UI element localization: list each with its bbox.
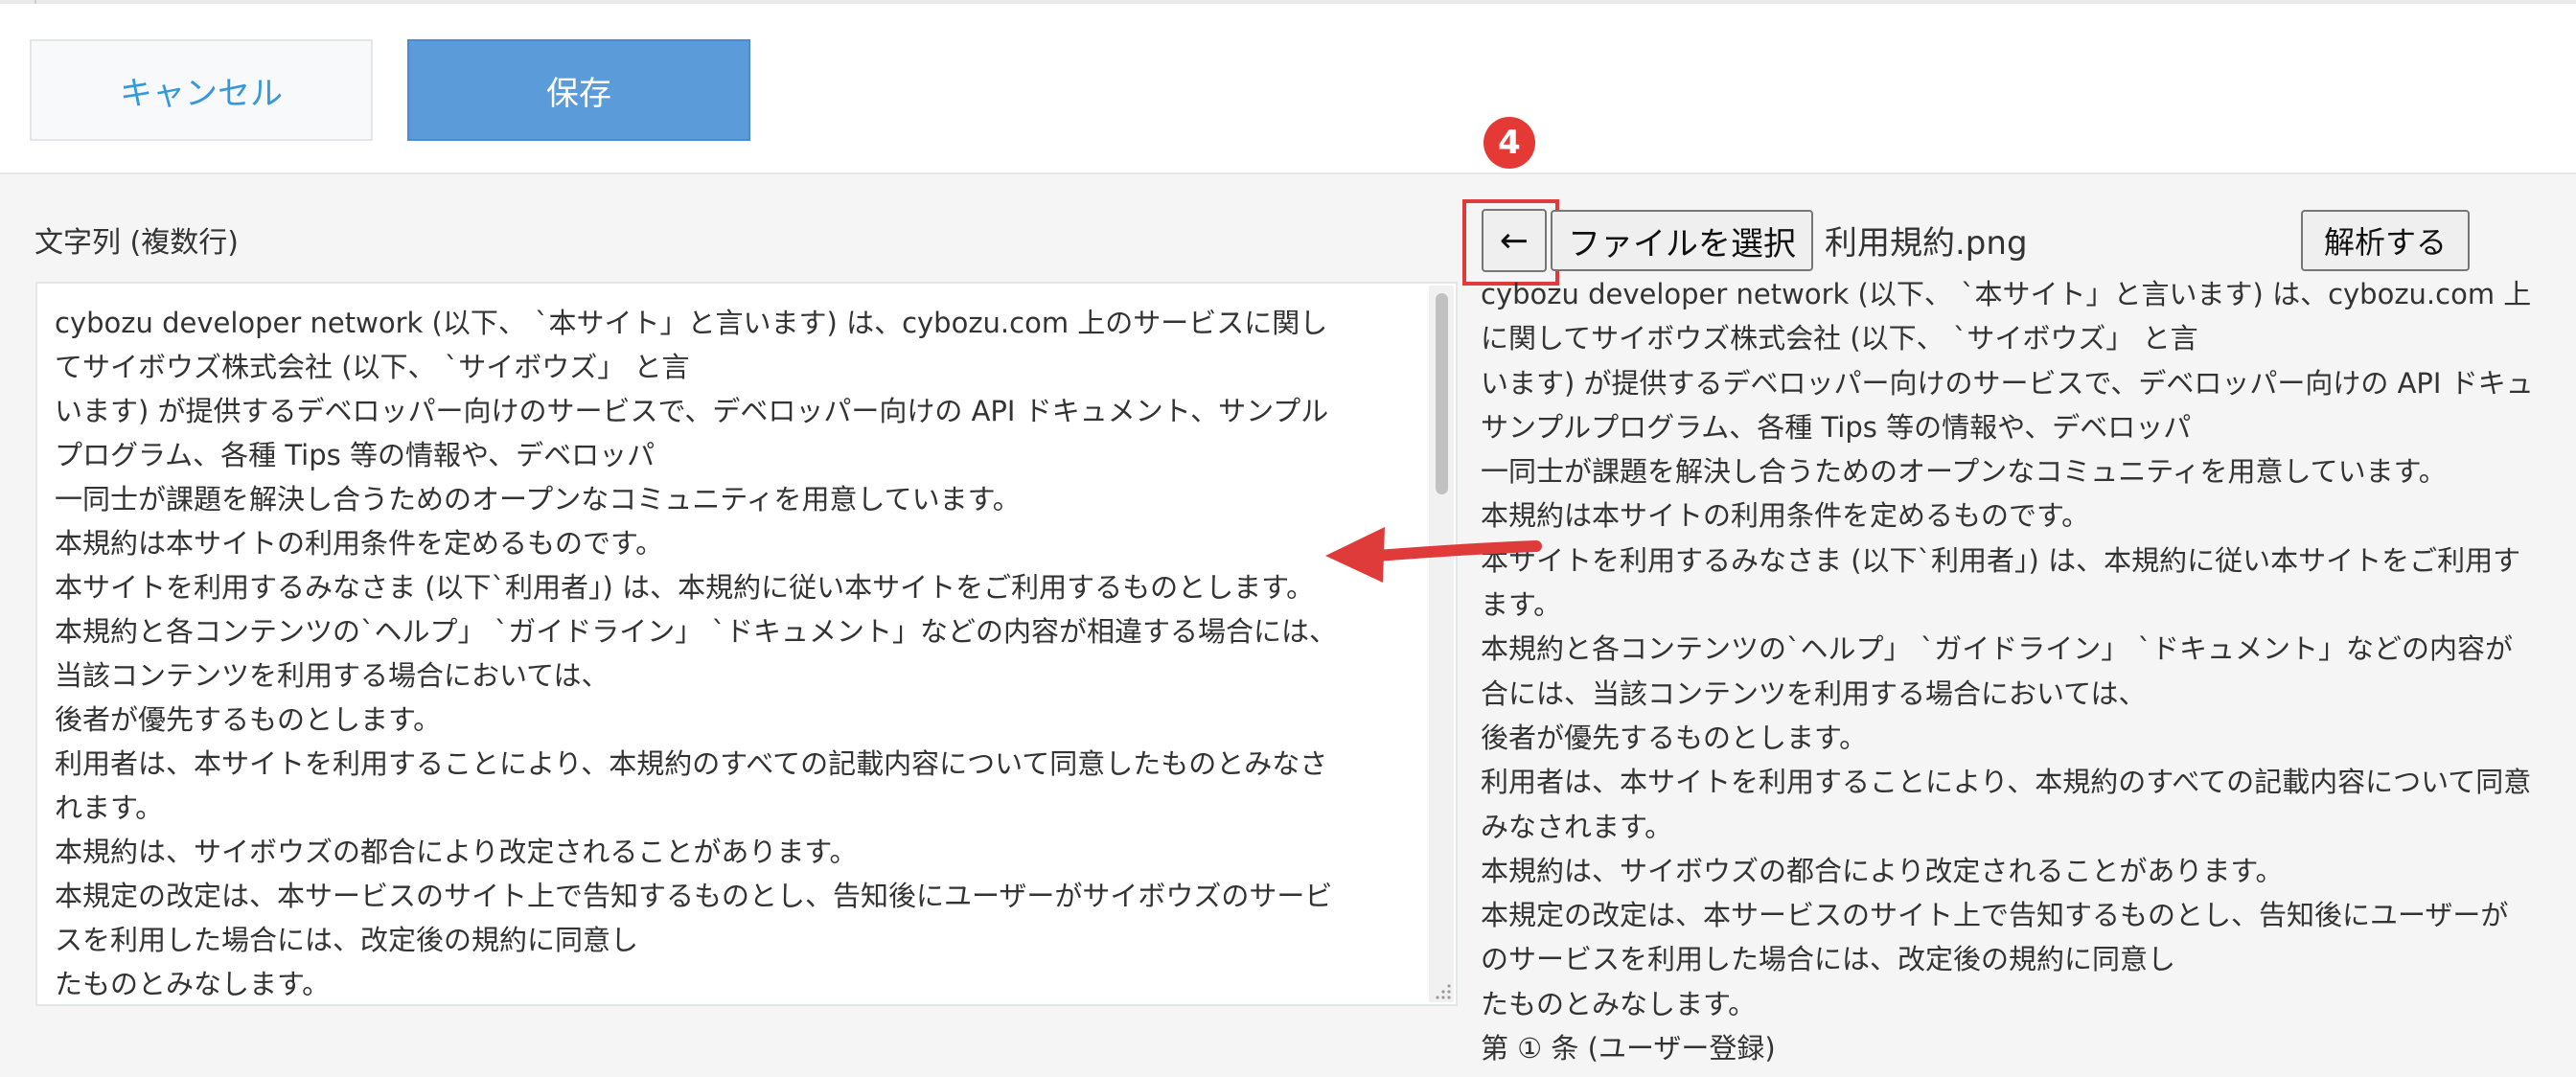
result-text-line: のサービスを利用した場合には、改定後の規約に同意し <box>1481 943 2176 976</box>
top-edge-divider <box>0 0 2576 4</box>
textarea-scrollbar-thumb[interactable] <box>1436 293 1448 494</box>
field-text-line: cybozu developer network (以下、 `本サイト」と言いま… <box>55 307 1328 339</box>
result-text-line: 本規定の改定は、本サービスのサイト上で告知するものとし、告知後にユーザーが <box>1481 899 2509 932</box>
field-text-line: 本規約は本サイトの利用条件を定めるものです。 <box>55 527 664 560</box>
result-text-line: に関してサイボウズ株式会社 (以下、 `サイボウズ」 と言 <box>1481 322 2198 355</box>
result-text-line: みなされます。 <box>1481 810 1673 843</box>
result-text-line: 利用者は、本サイトを利用することにより、本規約のすべての記載内容について同意 <box>1481 766 2532 799</box>
field-text-line: います) が提供するデベロッパー向けのサービスで、デベロッパー向けの API ド… <box>55 395 1329 427</box>
field-text-line: 後者が優先するものとします。 <box>55 703 442 736</box>
result-text-line: 後者が優先するものとします。 <box>1481 721 1868 754</box>
field-text-line: 本サイトを利用するみなさま (以下`利用者」) は、本規約に従い本サイトをご利用… <box>55 571 1315 604</box>
result-text-line: 本サイトを利用するみなさま (以下`利用者」) は、本規約に従い本サイトをご利用… <box>1481 543 2521 577</box>
result-text-line: 一同士が課題を解決し合うためのオープンなコミュニティを用意しています。 <box>1481 455 2447 489</box>
result-text-line: 合には、当該コンテンツを利用する場合においては、 <box>1481 676 2147 710</box>
result-text-line: 第 ① 条 (ユーザー登録) <box>1481 1032 1776 1066</box>
choose-file-button[interactable]: ファイルを選択 <box>1551 210 1813 271</box>
field-text-line: 本規約と各コンテンツの`ヘルプ」 `ガイドライン」 `ドキュメント」などの内容が… <box>55 615 1337 648</box>
resize-grip-icon[interactable] <box>1435 983 1452 1000</box>
step-number-badge: 4 <box>1484 117 1535 169</box>
field-text-line: たものとみなします。 <box>55 968 331 1000</box>
field-text-line: 当該コンテンツを利用する場合においては、 <box>55 659 610 692</box>
result-text-line: 本規約と各コンテンツの`ヘルプ」 `ガイドライン」 `ドキュメント」などの内容が <box>1481 632 2513 666</box>
result-text-line: たものとみなします。 <box>1481 987 1757 1020</box>
result-text-line: ます。 <box>1481 588 1562 622</box>
result-text-line: cybozu developer network (以下、 `本サイト」と言いま… <box>1481 278 2532 310</box>
textarea-scrollbar[interactable] <box>1429 286 1454 1002</box>
multiline-text-field[interactable]: cybozu developer network (以下、 `本サイト」と言いま… <box>35 282 1458 1006</box>
field-text-line: れます。 <box>55 791 164 824</box>
result-text-line: 本規約は、サイボウズの都合により改定されることがあります。 <box>1481 854 2284 887</box>
field-text-line: 本規約は、サイボウズの都合により改定されることがあります。 <box>55 836 858 868</box>
save-button[interactable]: 保存 <box>407 39 750 141</box>
field-text-line: 本規定の改定は、本サービスのサイト上で告知するものとし、告知後にユーザーがサイボ… <box>55 880 1333 912</box>
ocr-result-text: cybozu developer network (以下、 `本サイト」と言いま… <box>1481 272 2576 1077</box>
field-text-line: プログラム、各種 Tips 等の情報や、デベロッパ <box>55 439 656 471</box>
top-edge-tick <box>34 0 36 4</box>
parse-button[interactable]: 解析する <box>2301 210 2470 271</box>
result-text-line: 本規約は本サイトの利用条件を定めるものです。 <box>1481 499 2090 533</box>
result-text-line: います) が提供するデベロッパー向けのサービスで、デベロッパー向けの API ド… <box>1481 366 2534 400</box>
field-text-line: 一同士が課題を解決し合うためのオープンなコミュニティを用意しています。 <box>55 483 1021 516</box>
multiline-text-content: cybozu developer network (以下、 `本サイト」と言いま… <box>55 301 1435 1004</box>
result-text-line: サンプルプログラム、各種 Tips 等の情報や、デベロッパ <box>1481 410 2192 444</box>
multiline-field-label: 文字列 (複数行) <box>34 226 239 260</box>
field-text-line: スを利用した場合には、改定後の規約に同意し <box>55 924 639 956</box>
cancel-button[interactable]: キャンセル <box>30 39 373 141</box>
top-toolbar: キャンセル 保存 <box>0 0 2576 174</box>
field-text-line: 利用者は、本サイトを利用することにより、本規約のすべての記載内容について同意した… <box>55 747 1328 780</box>
selected-file-name: 利用規約.png <box>1825 224 2028 263</box>
field-text-line: てサイボウズ株式会社 (以下、 `サイボウズ」 と言 <box>55 351 690 383</box>
left-arrow-annotation-icon <box>1325 527 1542 583</box>
